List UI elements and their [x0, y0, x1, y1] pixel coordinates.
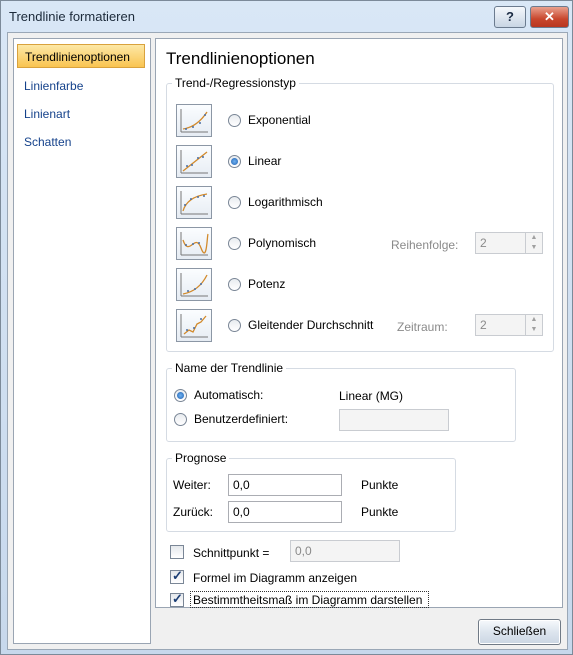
- options-panel: Trendlinienoptionen Trend-/Regressionsty…: [155, 38, 563, 608]
- help-button[interactable]: ?: [494, 6, 526, 28]
- moving-average-label: Gleitender Durchschnitt: [248, 318, 374, 332]
- backward-label: Zurück:: [173, 505, 214, 519]
- forecast-group: Prognose Weiter: 0,0 Punkte Zurück: 0,0 …: [166, 451, 456, 532]
- order-spinner[interactable]: 2 ▲ ▼: [475, 232, 543, 254]
- power-trend-icon: [176, 268, 212, 301]
- trend-type-group: Trend-/Regressionstyp Exponential Linear…: [166, 76, 554, 352]
- order-label: Reihenfolge:: [391, 238, 459, 252]
- sidebar-item-trendline-options[interactable]: Trendlinienoptionen: [17, 44, 145, 68]
- show-r-squared-checkbox[interactable]: [170, 591, 184, 607]
- custom-name-label: Benutzerdefiniert:: [194, 412, 289, 426]
- logarithmic-trend-icon: [176, 186, 212, 219]
- show-equation-label: Formel im Diagramm anzeigen: [193, 571, 358, 585]
- close-window-button[interactable]: ✕: [530, 6, 569, 28]
- period-spinner[interactable]: 2 ▲ ▼: [475, 314, 543, 336]
- automatic-name-radio[interactable]: [174, 389, 187, 402]
- linear-trend-icon: [176, 145, 212, 178]
- polynomial-radio[interactable]: [228, 237, 241, 250]
- trend-type-group-label: Trend-/Regressionstyp: [172, 76, 299, 90]
- forward-label: Weiter:: [173, 478, 211, 492]
- automatic-name-value: Linear (MG): [339, 389, 404, 403]
- show-r-squared-label: Bestimmtheitsmaß im Diagramm darstellen: [193, 593, 423, 607]
- logarithmic-radio[interactable]: [228, 196, 241, 209]
- intercept-label: Schnittpunkt =: [193, 546, 270, 560]
- dialog-window: Trendlinie formatieren ? ✕ Trendlinienop…: [0, 0, 573, 655]
- logarithmic-label: Logarithmisch: [248, 195, 323, 209]
- power-radio[interactable]: [228, 278, 241, 291]
- order-value: 2: [480, 236, 487, 250]
- power-label: Potenz: [248, 277, 286, 291]
- custom-name-input[interactable]: [339, 409, 449, 431]
- sidebar-item-shadow[interactable]: Schatten: [17, 130, 145, 154]
- forecast-group-label: Prognose: [172, 451, 230, 465]
- spin-up-icon: ▲: [530, 316, 538, 323]
- forward-input[interactable]: 0,0: [228, 474, 342, 496]
- trendline-name-group-label: Name der Trendlinie: [172, 361, 287, 375]
- close-dialog-button[interactable]: Schließen: [478, 619, 561, 645]
- window-title: Trendlinie formatieren: [9, 9, 135, 24]
- backward-input[interactable]: 0,0: [228, 501, 342, 523]
- intercept-checkbox[interactable]: [170, 545, 184, 559]
- moving-average-trend-icon: [176, 309, 212, 342]
- category-sidebar: Trendlinienoptionen Linienfarbe Linienar…: [13, 38, 151, 644]
- trendline-name-group: Name der Trendlinie Automatisch: Linear …: [166, 361, 516, 442]
- intercept-input[interactable]: 0,0: [290, 540, 400, 562]
- spin-up-icon: ▲: [530, 234, 538, 241]
- linear-label: Linear: [248, 154, 282, 168]
- moving-average-radio[interactable]: [228, 319, 241, 332]
- period-spin-buttons[interactable]: ▲ ▼: [525, 315, 542, 335]
- sidebar-item-line-style[interactable]: Linienart: [17, 102, 145, 126]
- period-label: Zeitraum:: [397, 320, 448, 334]
- automatic-name-label: Automatisch:: [194, 388, 264, 402]
- sidebar-item-line-color[interactable]: Linienfarbe: [17, 74, 145, 98]
- exponential-label: Exponential: [248, 113, 311, 127]
- panel-title: Trendlinienoptionen: [166, 49, 315, 68]
- show-equation-checkbox[interactable]: [170, 568, 184, 584]
- period-value: 2: [480, 318, 487, 332]
- order-spin-buttons[interactable]: ▲ ▼: [525, 233, 542, 253]
- spin-down-icon: ▼: [530, 244, 538, 251]
- custom-name-radio[interactable]: [174, 413, 187, 426]
- exponential-trend-icon: [176, 104, 212, 137]
- polynomial-trend-icon: [176, 227, 212, 260]
- forward-unit: Punkte: [361, 478, 399, 492]
- title-bar[interactable]: Trendlinie formatieren ? ✕: [1, 1, 572, 31]
- polynomial-label: Polynomisch: [248, 236, 317, 250]
- linear-radio[interactable]: [228, 155, 241, 168]
- dialog-body: Trendlinienoptionen Linienfarbe Linienar…: [7, 32, 568, 650]
- spin-down-icon: ▼: [530, 326, 538, 333]
- backward-unit: Punkte: [361, 505, 399, 519]
- exponential-radio[interactable]: [228, 114, 241, 127]
